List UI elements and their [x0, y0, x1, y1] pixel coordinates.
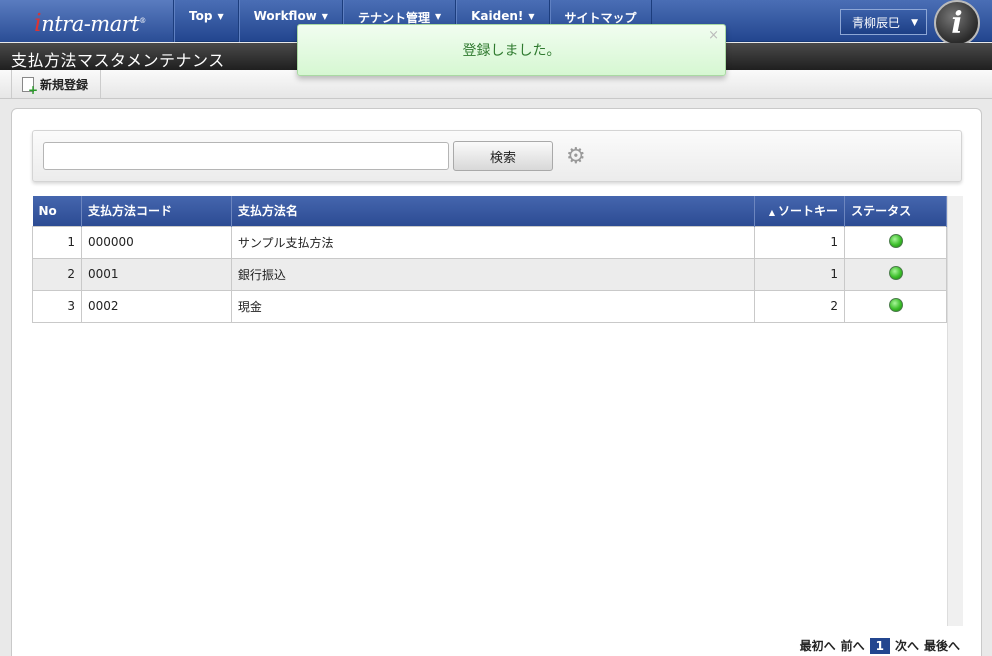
intra-mart-logo[interactable]: intra-mart®	[34, 9, 146, 37]
page-title: 支払方法マスタメンテナンス	[11, 51, 225, 70]
pager-first[interactable]: 最初へ	[800, 637, 836, 654]
chevron-down-icon: ▼	[528, 12, 535, 21]
pager: 最初へ 前へ 1 次へ 最後へ	[795, 637, 960, 654]
cell-no: 2	[32, 257, 82, 291]
cell-code: 0002	[80, 289, 232, 323]
sort-ascending-icon: ▲	[768, 208, 776, 218]
success-toast: 登録しました。 ×	[297, 24, 726, 76]
column-header-status[interactable]: ステータス	[844, 196, 947, 226]
cell-status	[844, 225, 947, 259]
logo-area[interactable]: intra-mart®	[0, 0, 174, 42]
column-header-name[interactable]: 支払方法名	[231, 196, 756, 226]
cell-code: 0001	[80, 257, 232, 291]
main-panel: 検索 ⚙ No 支払方法コード 支払方法名 ▲ ソートキー ステータス 1 000…	[11, 108, 982, 656]
gear-icon[interactable]: ⚙	[566, 146, 588, 168]
cell-status	[844, 289, 947, 323]
column-header-sort-key[interactable]: ▲ ソートキー	[754, 196, 846, 226]
nav-top[interactable]: Top ▼	[174, 0, 239, 42]
status-active-icon	[888, 233, 903, 248]
new-register-button[interactable]: 新規登録	[11, 70, 102, 98]
table-header-row: No 支払方法コード 支払方法名 ▲ ソートキー ステータス	[32, 196, 947, 226]
cell-sort-key: 1	[754, 257, 846, 291]
pager-current-page[interactable]: 1	[869, 637, 890, 654]
search-button[interactable]: 検索	[453, 141, 553, 171]
user-menu-button[interactable]: 青柳辰巳 ▼	[840, 9, 927, 35]
cell-code: 000000	[80, 225, 232, 259]
cell-no: 1	[32, 225, 82, 259]
info-icon[interactable]: i	[934, 0, 980, 46]
close-icon[interactable]: ×	[708, 28, 719, 43]
table-row[interactable]: 2 0001 銀行振込 1	[32, 257, 947, 291]
cell-status	[844, 257, 947, 291]
cell-sort-key: 2	[754, 289, 846, 323]
grid-scrollbar[interactable]	[947, 196, 963, 626]
pager-prev[interactable]: 前へ	[841, 637, 865, 654]
table-row[interactable]: 3 0002 現金 2	[32, 289, 947, 323]
cell-name: 銀行振込	[230, 257, 756, 291]
cell-name: サンプル支払方法	[230, 225, 756, 259]
search-input[interactable]	[43, 142, 449, 170]
payment-method-table: No 支払方法コード 支払方法名 ▲ ソートキー ステータス 1 000000 サ…	[32, 196, 947, 323]
chevron-down-icon: ▼	[321, 12, 328, 21]
status-active-icon	[888, 265, 903, 280]
cell-name: 現金	[230, 289, 756, 323]
cell-no: 3	[32, 289, 82, 323]
search-bar: 検索 ⚙	[32, 130, 962, 182]
cell-sort-key: 1	[754, 225, 846, 259]
status-active-icon	[888, 297, 903, 312]
table-row[interactable]: 1 000000 サンプル支払方法 1	[32, 225, 947, 259]
chevron-down-icon: ▼	[911, 18, 918, 28]
column-header-no[interactable]: No	[32, 196, 82, 226]
new-document-icon	[22, 76, 38, 97]
chevron-down-icon: ▼	[217, 12, 224, 21]
pager-next[interactable]: 次へ	[895, 637, 919, 654]
pager-last[interactable]: 最後へ	[924, 637, 960, 654]
column-header-code[interactable]: 支払方法コード	[81, 196, 232, 226]
toast-message: 登録しました。	[462, 43, 561, 59]
chevron-down-icon: ▼	[434, 12, 442, 21]
